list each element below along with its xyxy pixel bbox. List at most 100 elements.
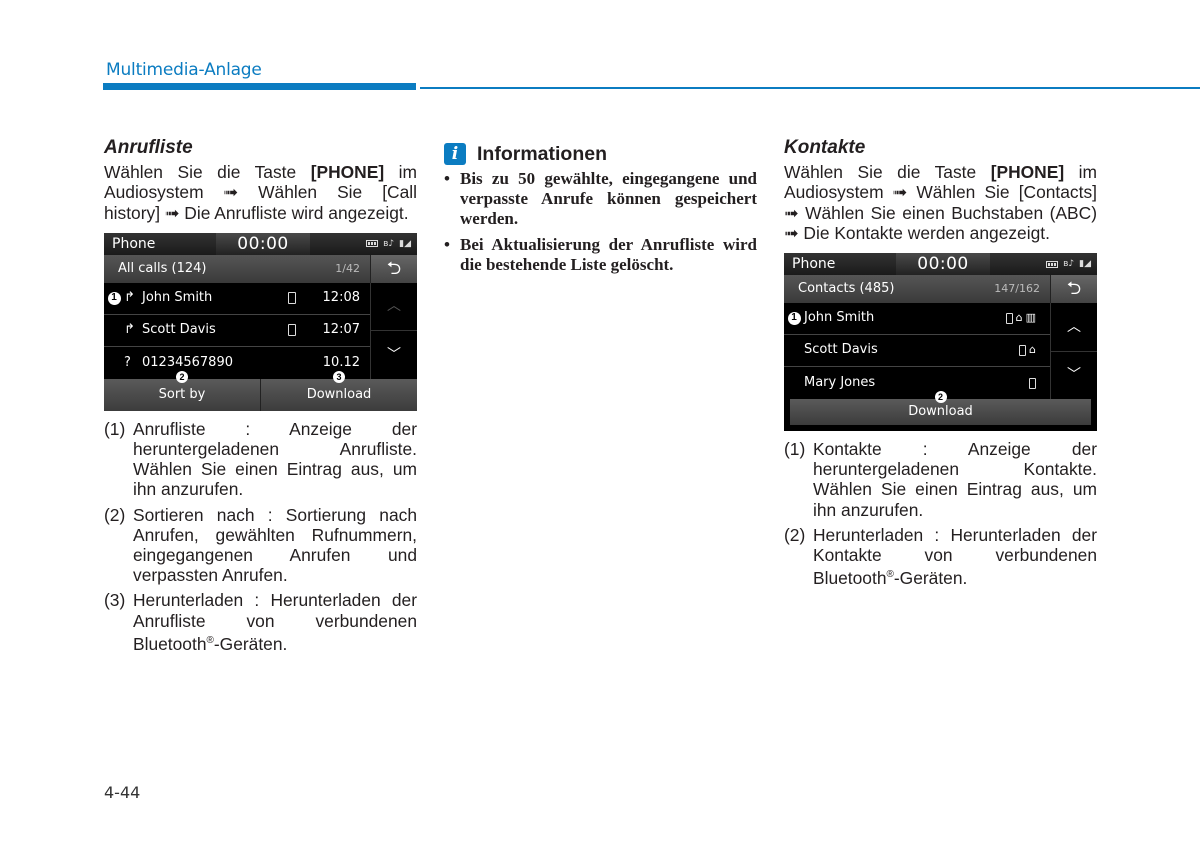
callout-marker: 2 xyxy=(176,370,188,383)
scroll-down-button[interactable]: ﹀ xyxy=(1051,352,1097,400)
sort-by-label: Sort by xyxy=(158,386,206,402)
contact-row[interactable]: Scott Davis ⌂ xyxy=(784,335,1050,368)
download-label: Download xyxy=(306,386,372,402)
legend-text-part: -Geräten. xyxy=(213,633,288,654)
contacts-title: Kontakte xyxy=(784,137,866,158)
bullet-icon: • xyxy=(444,169,450,188)
call-history-column: Anrufliste Wählen Sie die Taste [PHONE] … xyxy=(104,137,417,659)
call-time: 12:08 xyxy=(322,290,360,306)
info-bullets: • Bis zu 50 gewählte, eingegangene und v… xyxy=(444,169,757,275)
back-button[interactable]: ⮌ xyxy=(370,254,417,283)
signal-icon: ▮◢ xyxy=(399,238,411,249)
phone-key-label: [PHONE] xyxy=(990,162,1065,183)
call-row[interactable]: ? 01234567890 10.12 xyxy=(104,347,370,379)
contacts-screen: Phone 00:00 ʙ♪ ▮◢ Contacts (485) 147/162… xyxy=(784,253,1097,432)
battery-icon xyxy=(1046,260,1059,268)
legend-text: Herunterladen : Herunterladen der Kontak… xyxy=(813,525,1097,588)
bottom-button-bar: 2 Download xyxy=(784,391,1097,432)
legend-item: (1) Anrufliste : Anzeige der heruntergel… xyxy=(104,419,417,500)
list-title: All calls (124) xyxy=(118,260,207,276)
legend-item: (2) Herunterladen : Herunterladen der Ko… xyxy=(784,525,1097,588)
call-history-legend: (1) Anrufliste : Anzeige der heruntergel… xyxy=(104,419,417,654)
download-button[interactable]: 3 Download xyxy=(261,370,417,411)
status-bar: Phone 00:00 ʙ♪ ▮◢ xyxy=(784,253,1097,276)
phone-key-label: [PHONE] xyxy=(310,162,385,183)
list-title-bar: All calls (124) 1/42 ⮌ xyxy=(104,254,417,283)
mobile-phone-icon xyxy=(1019,345,1027,356)
legend-number: (2) xyxy=(104,504,126,525)
caller-name: Scott Davis xyxy=(142,322,216,338)
missed-call-icon: ? xyxy=(124,354,131,370)
legend-number: (1) xyxy=(784,439,806,460)
legend-number: (1) xyxy=(104,418,126,439)
legend-item: (2) Sortieren nach : Sortierung nach Anr… xyxy=(104,505,417,586)
contact-row[interactable]: 1 John Smith ⌂ ▥ xyxy=(784,303,1050,336)
bullet-icon: • xyxy=(444,234,450,254)
header-rule-thick xyxy=(103,83,416,90)
contact-name: Mary Jones xyxy=(804,374,876,390)
info-bullet: • Bis zu 50 gewählte, eingegangene und v… xyxy=(444,169,757,230)
bullet-text: Bei Aktualisierung der Anrufliste wird d… xyxy=(460,234,757,274)
chevron-down-icon: ﹀ xyxy=(1067,367,1081,384)
info-icon: i xyxy=(444,143,466,165)
chevron-down-icon: ﹀ xyxy=(387,346,401,363)
bluetooth-audio-icon: ʙ♪ xyxy=(383,238,395,249)
callout-marker: 1 xyxy=(107,291,121,305)
page-indicator: 1/42 xyxy=(335,261,360,275)
back-arrow-icon: ⮌ xyxy=(1066,277,1082,299)
chevron-up-icon: ︿ xyxy=(387,298,401,315)
status-app-name: Phone xyxy=(792,255,836,272)
registered-mark: ® xyxy=(206,634,214,646)
call-history-screen: Phone 00:00 ʙ♪ ▮◢ All calls (124) 1/42 ⮌… xyxy=(104,232,417,411)
callout-marker: 1 xyxy=(787,312,801,326)
caller-number: 01234567890 xyxy=(142,354,233,370)
contact-row[interactable]: Mary Jones xyxy=(784,367,1050,399)
scroll-up-button[interactable]: ︿ xyxy=(1051,303,1097,352)
bottom-button-bar: 2 Sort by 3 Download xyxy=(104,370,417,411)
contact-list: 1 John Smith ⌂ ▥ Scott Davis ⌂ Mary Jone… xyxy=(784,303,1050,399)
status-app-name: Phone xyxy=(112,235,156,252)
mobile-phone-icon xyxy=(288,324,296,337)
outgoing-call-icon: ↱ xyxy=(124,322,135,338)
scroll-controls: ︿ ﹀ xyxy=(370,282,417,379)
page-number: 4-44 xyxy=(104,783,141,802)
home-icon: ⌂ xyxy=(1029,343,1036,357)
office-building-icon: ▥ xyxy=(1025,311,1036,325)
scroll-controls: ︿ ﹀ xyxy=(1050,303,1097,400)
caller-name: John Smith xyxy=(142,290,213,306)
contacts-column: Kontakte Wählen Sie die Taste [PHONE] im… xyxy=(784,137,1097,593)
legend-text: Kontakte : Anzeige der heruntergeladenen… xyxy=(813,439,1097,520)
call-list: 1 ↱ John Smith 12:08 ↱ Scott Davis 12:07… xyxy=(104,283,370,379)
contacts-legend: (1) Kontakte : Anzeige der heruntergelad… xyxy=(784,439,1097,588)
bluetooth-audio-icon: ʙ♪ xyxy=(1063,258,1075,269)
legend-number: (2) xyxy=(784,524,806,545)
contact-name: Scott Davis xyxy=(804,342,878,358)
call-history-intro: Wählen Sie die Taste [PHONE] im Audiosys… xyxy=(104,162,417,223)
sort-by-button[interactable]: 2 Sort by xyxy=(104,370,261,411)
legend-text: Herunterladen : Herunterladen der Anrufl… xyxy=(133,590,417,653)
status-icons: ʙ♪ ▮◢ xyxy=(366,234,417,254)
info-title: Informationen xyxy=(477,142,607,165)
call-row[interactable]: ↱ Scott Davis 12:07 xyxy=(104,315,370,347)
contact-name: John Smith xyxy=(804,310,875,326)
signal-icon: ▮◢ xyxy=(1079,258,1091,269)
mobile-phone-icon xyxy=(1029,377,1036,389)
legend-item: (1) Kontakte : Anzeige der heruntergelad… xyxy=(784,439,1097,520)
call-row[interactable]: 1 ↱ John Smith 12:08 xyxy=(104,283,370,315)
scroll-down-button[interactable]: ﹀ xyxy=(371,331,417,379)
scroll-up-button[interactable]: ︿ xyxy=(371,283,417,332)
mobile-phone-icon xyxy=(288,292,296,305)
intro-text: Wählen Sie die Taste xyxy=(784,162,991,183)
back-button[interactable]: ⮌ xyxy=(1050,275,1097,304)
legend-text: Sortieren nach : Sortierung nach Anrufen… xyxy=(133,504,417,586)
header-rule-thin xyxy=(420,87,1200,89)
intro-text: Wählen Sie die Taste xyxy=(104,162,311,183)
download-button[interactable]: 2 Download xyxy=(790,391,1091,426)
legend-text: Anrufliste : Anzeige der heruntergeladen… xyxy=(133,418,417,500)
call-history-title: Anrufliste xyxy=(104,137,193,158)
section-header-title: Multimedia-Anlage xyxy=(106,60,262,80)
legend-item: (3) Herunterladen : Herunterladen der An… xyxy=(104,590,417,653)
info-bullet: • Bei Aktualisierung der Anrufliste wird… xyxy=(444,235,757,275)
status-clock: 00:00 xyxy=(896,253,990,276)
battery-icon xyxy=(366,240,379,248)
